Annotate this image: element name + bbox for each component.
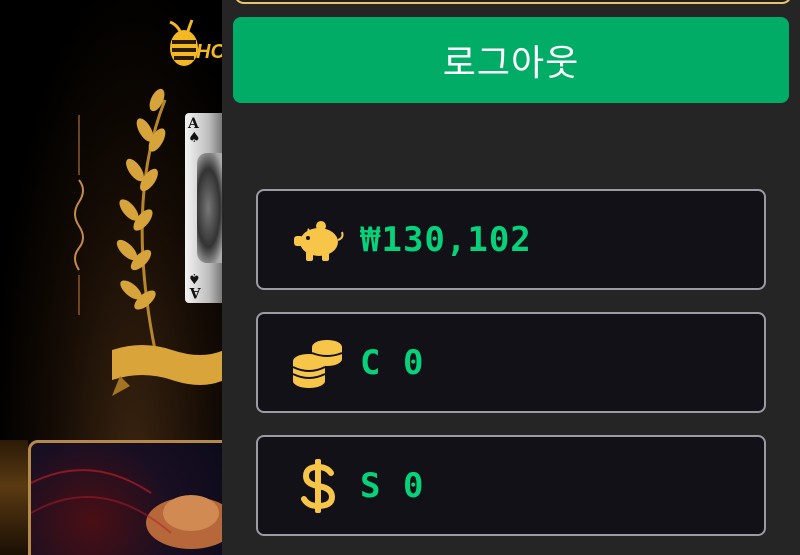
ornament-icon: [74, 115, 84, 315]
background-site: HO A♠ A♠: [0, 0, 222, 555]
point-balance-value: S 0: [360, 465, 425, 506]
piggy-bank-icon: [290, 212, 346, 268]
cash-balance-value: ₩130,102: [360, 219, 532, 260]
hornet-logo-icon: HO: [169, 19, 222, 66]
background-strip: [0, 440, 28, 555]
game-thumbnail[interactable]: [28, 440, 222, 555]
coin-balance-value: C 0: [360, 342, 425, 383]
coins-stack-icon: [290, 335, 346, 391]
account-drawer: 로그아웃 ₩130,102 C 0 S 0: [222, 0, 800, 555]
coin-balance-card: C 0: [256, 312, 766, 413]
top-panel-edge: [234, 0, 792, 4]
playing-card: A ♠ A ♠: [185, 113, 222, 303]
dollar-sign-icon: [290, 458, 346, 514]
point-balance-card: S 0: [256, 435, 766, 536]
logout-button[interactable]: 로그아웃: [233, 17, 789, 103]
cash-balance-card: ₩130,102: [256, 189, 766, 290]
svg-text:HO: HO: [196, 41, 222, 63]
gold-ribbon-icon: [112, 345, 222, 396]
